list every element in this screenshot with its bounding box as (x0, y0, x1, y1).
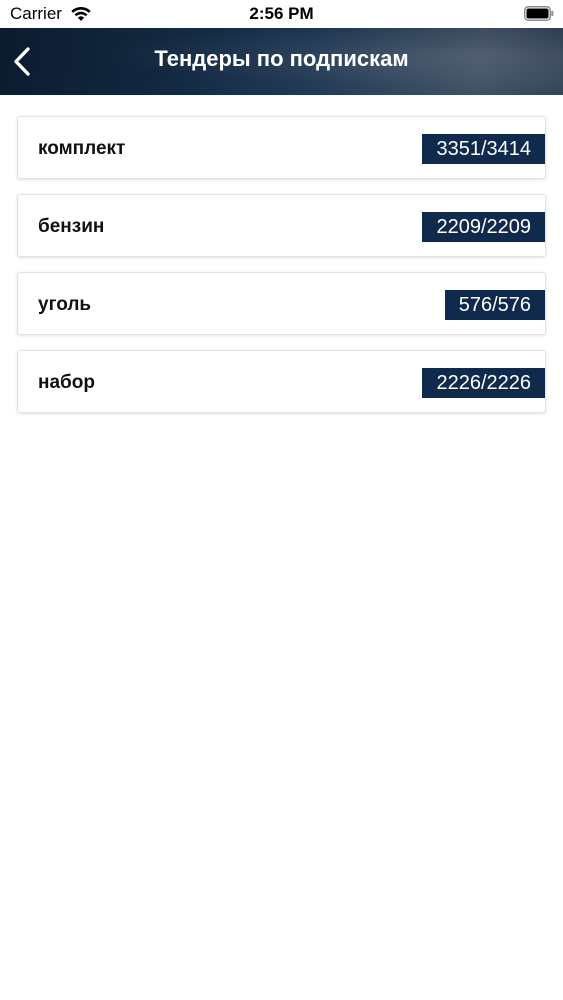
count-badge: 2226/2226 (422, 368, 545, 398)
navigation-bar: Тендеры по подпискам (0, 28, 563, 95)
battery-icon (524, 6, 554, 21)
subscription-item-benzin[interactable]: бензин 2209/2209 (17, 194, 546, 257)
subscription-label: бензин (38, 216, 105, 237)
subscription-label: комплект (38, 138, 126, 159)
count-badge: 576/576 (444, 290, 545, 320)
status-bar: Carrier 2:56 PM (0, 0, 563, 28)
subscription-item-ugol[interactable]: уголь 576/576 (17, 272, 546, 335)
count-badge: 3351/3414 (422, 134, 545, 164)
count-badge: 2209/2209 (422, 212, 545, 242)
status-time: 2:56 PM (249, 4, 314, 23)
subscription-item-komplekt[interactable]: комплект 3351/3414 (17, 116, 546, 179)
subscription-label: уголь (38, 294, 92, 315)
subscription-label: набор (38, 372, 95, 393)
subscription-item-nabor[interactable]: набор 2226/2226 (17, 350, 546, 413)
subscription-list: комплект 3351/3414 бензин 2209/2209 угол… (17, 116, 546, 428)
page-title: Тендеры по подпискам (154, 46, 409, 71)
